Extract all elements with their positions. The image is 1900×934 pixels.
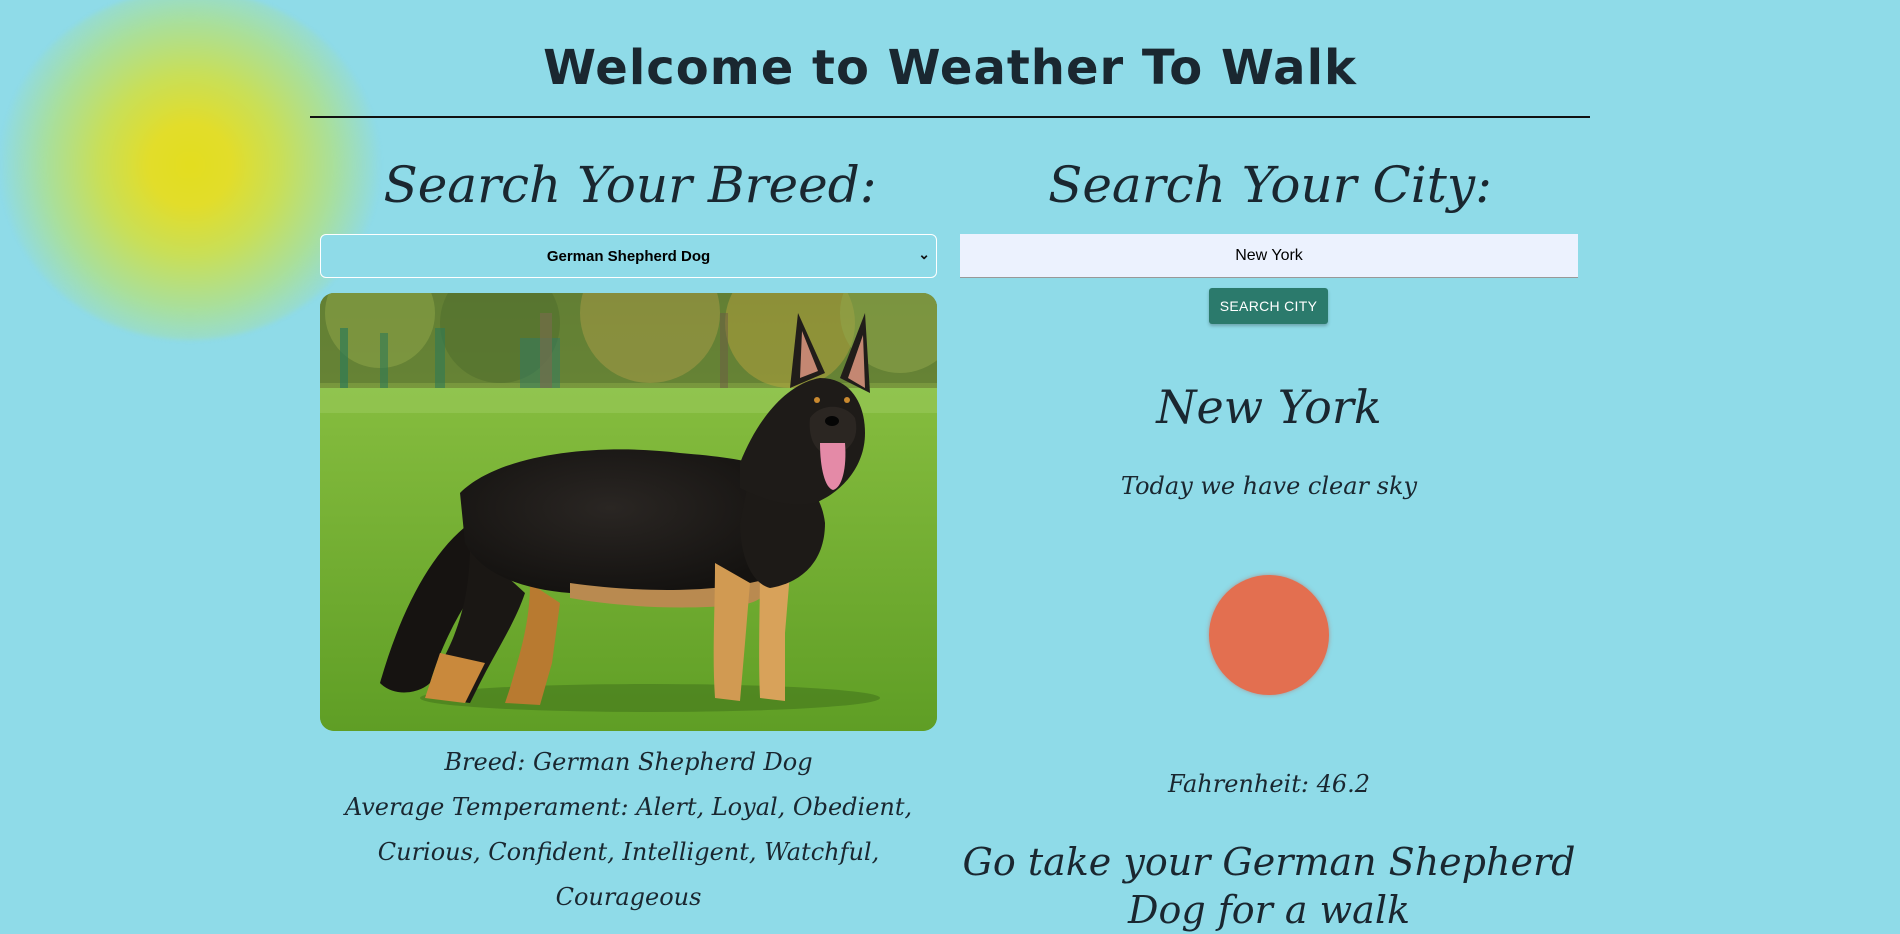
weather-description: Today we have clear sky xyxy=(1120,472,1418,500)
breed-search-heading: Search Your Breed: xyxy=(383,156,877,214)
chevron-down-icon: ⌄ xyxy=(918,246,930,262)
city-panel: Search Your City: New York SEARCH CITY N… xyxy=(960,150,1580,932)
page-title: Welcome to Weather To Walk xyxy=(543,40,1357,97)
breed-select[interactable]: German Shepherd Dog ⌄ xyxy=(320,234,937,278)
breed-name-text: Breed: German Shepherd Dog xyxy=(444,748,813,776)
weather-city-name: New York xyxy=(1156,380,1382,434)
header-divider xyxy=(310,116,1590,118)
temperature-text: Fahrenheit: 46.2 xyxy=(1167,770,1371,798)
breed-panel: Search Your Breed: German Shepherd Dog ⌄ xyxy=(320,150,940,911)
search-city-button[interactable]: SEARCH CITY xyxy=(1209,288,1328,324)
dog-breed-photo xyxy=(320,293,937,731)
clear-sky-sun-icon xyxy=(1209,575,1329,695)
city-search-input[interactable]: New York xyxy=(960,234,1578,278)
breed-select-value: German Shepherd Dog xyxy=(546,247,711,265)
breed-info: Breed: German Shepherd Dog Average Tempe… xyxy=(320,740,937,920)
city-search-heading: Search Your City: xyxy=(1048,156,1492,214)
walk-recommendation: Go take your German Shepherd Dog for a w… xyxy=(962,840,1576,932)
breed-temperament-text: Average Temperament: Alert, Loyal, Obedi… xyxy=(344,793,913,911)
